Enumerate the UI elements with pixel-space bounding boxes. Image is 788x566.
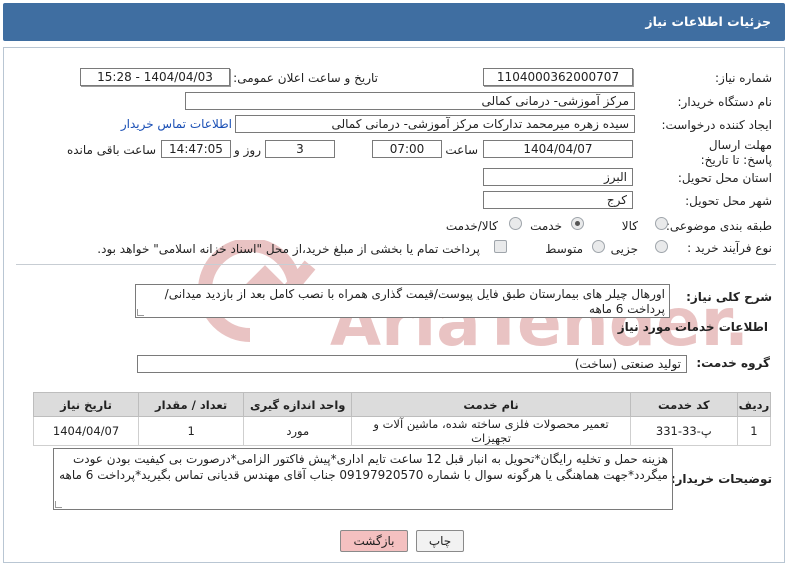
services-section-title: اطلاعات خدمات مورد نیاز (617, 320, 768, 334)
col-header-unit: واحد اندازه گیری (243, 392, 353, 417)
table-row: 1 پ-33-331 تعمیر محصولات فلزی ساخته شده،… (32, 416, 772, 446)
resize-grip-icon (55, 501, 62, 508)
remaining-time-label: ساعت باقی مانده (66, 143, 156, 157)
days-remaining-field: 3 (265, 140, 335, 158)
process-radio-motavaset[interactable] (592, 240, 605, 253)
cell-quantity: 1 (138, 416, 245, 446)
category-radio-kala-khedmat[interactable] (509, 217, 522, 230)
title-bar: جزئیات اطلاعات نیاز (3, 3, 785, 41)
remaining-time-field: 14:47:05 (161, 140, 231, 158)
category-option-khedmat: خدمت (530, 219, 562, 233)
deadline-date-field: 1404/04/07 (483, 140, 633, 158)
requester-label: ایجاد کننده درخواست: (661, 118, 772, 132)
process-option-joz: جزیی (610, 242, 638, 256)
cell-row-number: 1 (736, 416, 772, 446)
category-label: طبقه بندی موضوعی: (665, 219, 772, 233)
treasury-payment-checkbox[interactable] (494, 240, 507, 253)
table-header-row: ردیف کد خدمت نام خدمت واحد اندازه گیری ت… (32, 392, 772, 417)
summary-text: اورهال چیلر های بیمارستان طبق فایل پیوست… (164, 287, 665, 316)
service-group-field: تولید صنعتی (ساخت) (137, 355, 687, 373)
city-label: شهر محل تحویل: (685, 194, 772, 208)
divider (16, 264, 776, 265)
buyer-notes-label: توضیحات خریدار: (670, 472, 772, 486)
requester-field: سیده زهره میرمحمد تدارکات مرکز آموزشی- د… (235, 115, 635, 133)
cell-need-date: 1404/04/07 (32, 416, 140, 446)
col-header-quantity: تعداد / مقدار (138, 392, 245, 417)
announce-field: 1404/04/03 - 15:28 (80, 68, 230, 86)
process-option-motavaset: متوسط (545, 242, 583, 256)
deadline-label: مهلت ارسال پاسخ: تا تاریخ: (700, 138, 772, 167)
buyer-org-label: نام دستگاه خریدار: (677, 95, 773, 109)
cell-service-code: پ-33-331 (629, 416, 738, 446)
services-table: ردیف کد خدمت نام خدمت واحد اندازه گیری ت… (32, 392, 772, 446)
summary-label: شرح کلی نیاز: (686, 290, 772, 304)
summary-textarea[interactable]: اورهال چیلر های بیمارستان طبق فایل پیوست… (135, 284, 670, 318)
service-group-label: گروه خدمت: (696, 356, 770, 370)
announce-label: تاریخ و ساعت اعلان عمومی: (233, 71, 378, 85)
col-header-service-code: کد خدمت (629, 392, 738, 417)
cell-unit: مورد (243, 416, 353, 446)
resize-grip-icon (137, 309, 144, 316)
buyer-org-field: مرکز آموزشی- درمانی کمالی (185, 92, 635, 110)
page-title: جزئیات اطلاعات نیاز (645, 14, 771, 29)
need-number-label: شماره نیاز: (715, 71, 772, 85)
col-header-service-name: نام خدمت (351, 392, 631, 417)
buyer-contact-link[interactable]: اطلاعات تماس خریدار (121, 117, 232, 131)
print-button[interactable]: چاپ (416, 530, 464, 552)
cell-service-name: تعمیر محصولات فلزی ساخته شده، ماشین آلات… (351, 416, 631, 446)
province-field: البرز (483, 168, 633, 186)
process-label: نوع فرآیند خرید : (687, 241, 772, 255)
col-header-need-date: تاریخ نیاز (32, 392, 140, 417)
treasury-payment-note: پرداخت تمام یا بخشی از مبلغ خرید،از محل … (97, 242, 480, 256)
category-option-kala: کالا (621, 219, 638, 233)
need-number-field: 1104000362000707 (483, 68, 633, 86)
col-header-row-number: ردیف (736, 392, 772, 417)
buyer-notes-textarea[interactable]: هزینه حمل و تخلیه رایگان*تحویل به انبار … (53, 448, 673, 510)
category-option-kala-khedmat: کالا/خدمت (445, 219, 498, 233)
buyer-notes-text: هزینه حمل و تخلیه رایگان*تحویل به انبار … (59, 452, 668, 482)
province-label: استان محل تحویل: (677, 171, 772, 185)
category-radio-kala[interactable] (655, 217, 668, 230)
days-label: روز و (234, 143, 261, 157)
deadline-time-field: 07:00 (372, 140, 442, 158)
process-radio-joz[interactable] (655, 240, 668, 253)
city-field: کرج (483, 191, 633, 209)
category-radio-khedmat[interactable] (571, 217, 584, 230)
back-button[interactable]: بازگشت (340, 530, 408, 552)
deadline-time-label: ساعت (445, 143, 478, 157)
